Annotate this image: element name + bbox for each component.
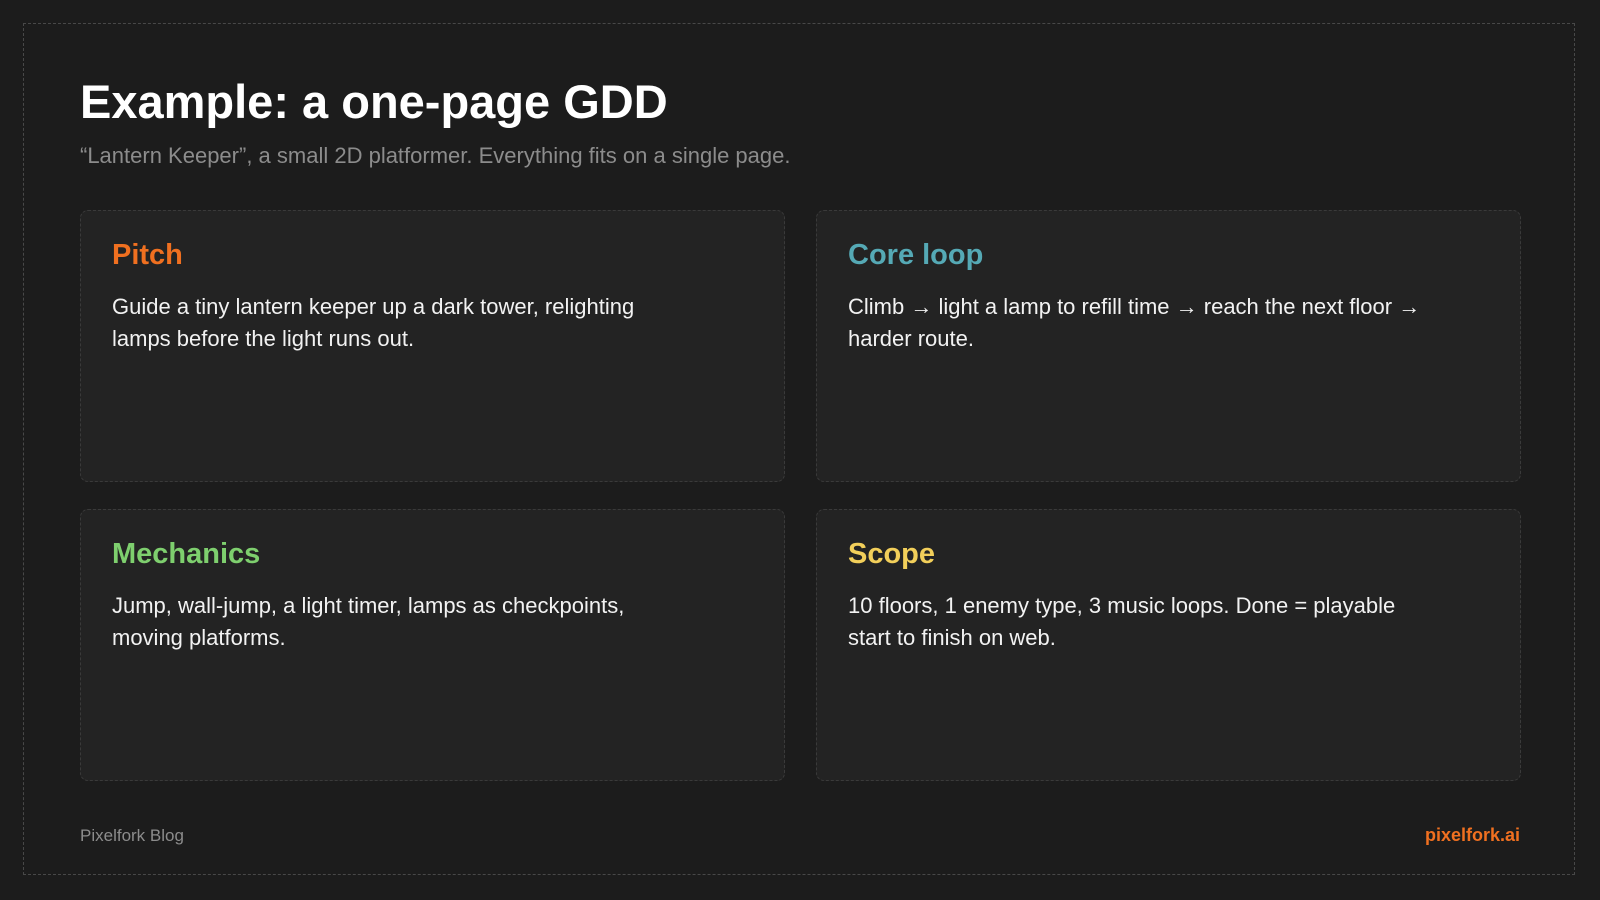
card-mechanics-title: Mechanics <box>112 538 261 570</box>
card-mechanics-text: Jump, wall-jump, a light timer, lamps as… <box>112 593 625 650</box>
card-core-loop-text: Climb → light a lamp to refill time → re… <box>848 294 1421 351</box>
card-mechanics: Mechanics Jump, wall-jump, a light timer… <box>80 509 785 781</box>
card-pitch-title: Pitch <box>112 239 183 271</box>
footer-blog-name: Pixelfork Blog <box>80 826 184 845</box>
card-pitch: Pitch Guide a tiny lantern keeper up a d… <box>80 210 785 482</box>
page-title: Example: a one-page GDD <box>80 75 668 128</box>
card-core-loop: Core loop Climb → light a lamp to refill… <box>816 210 1521 482</box>
card-pitch-text: Guide a tiny lantern keeper up a dark to… <box>112 294 635 351</box>
footer-site-link[interactable]: pixelfork.ai <box>1425 824 1520 846</box>
card-scope: Scope 10 floors, 1 enemy type, 3 music l… <box>816 509 1521 781</box>
card-scope-text: 10 floors, 1 enemy type, 3 music loops. … <box>848 593 1396 650</box>
card-scope-title: Scope <box>848 538 936 570</box>
page-subtitle: “Lantern Keeper”, a small 2D platformer.… <box>80 143 791 168</box>
card-core-loop-title: Core loop <box>848 239 984 271</box>
